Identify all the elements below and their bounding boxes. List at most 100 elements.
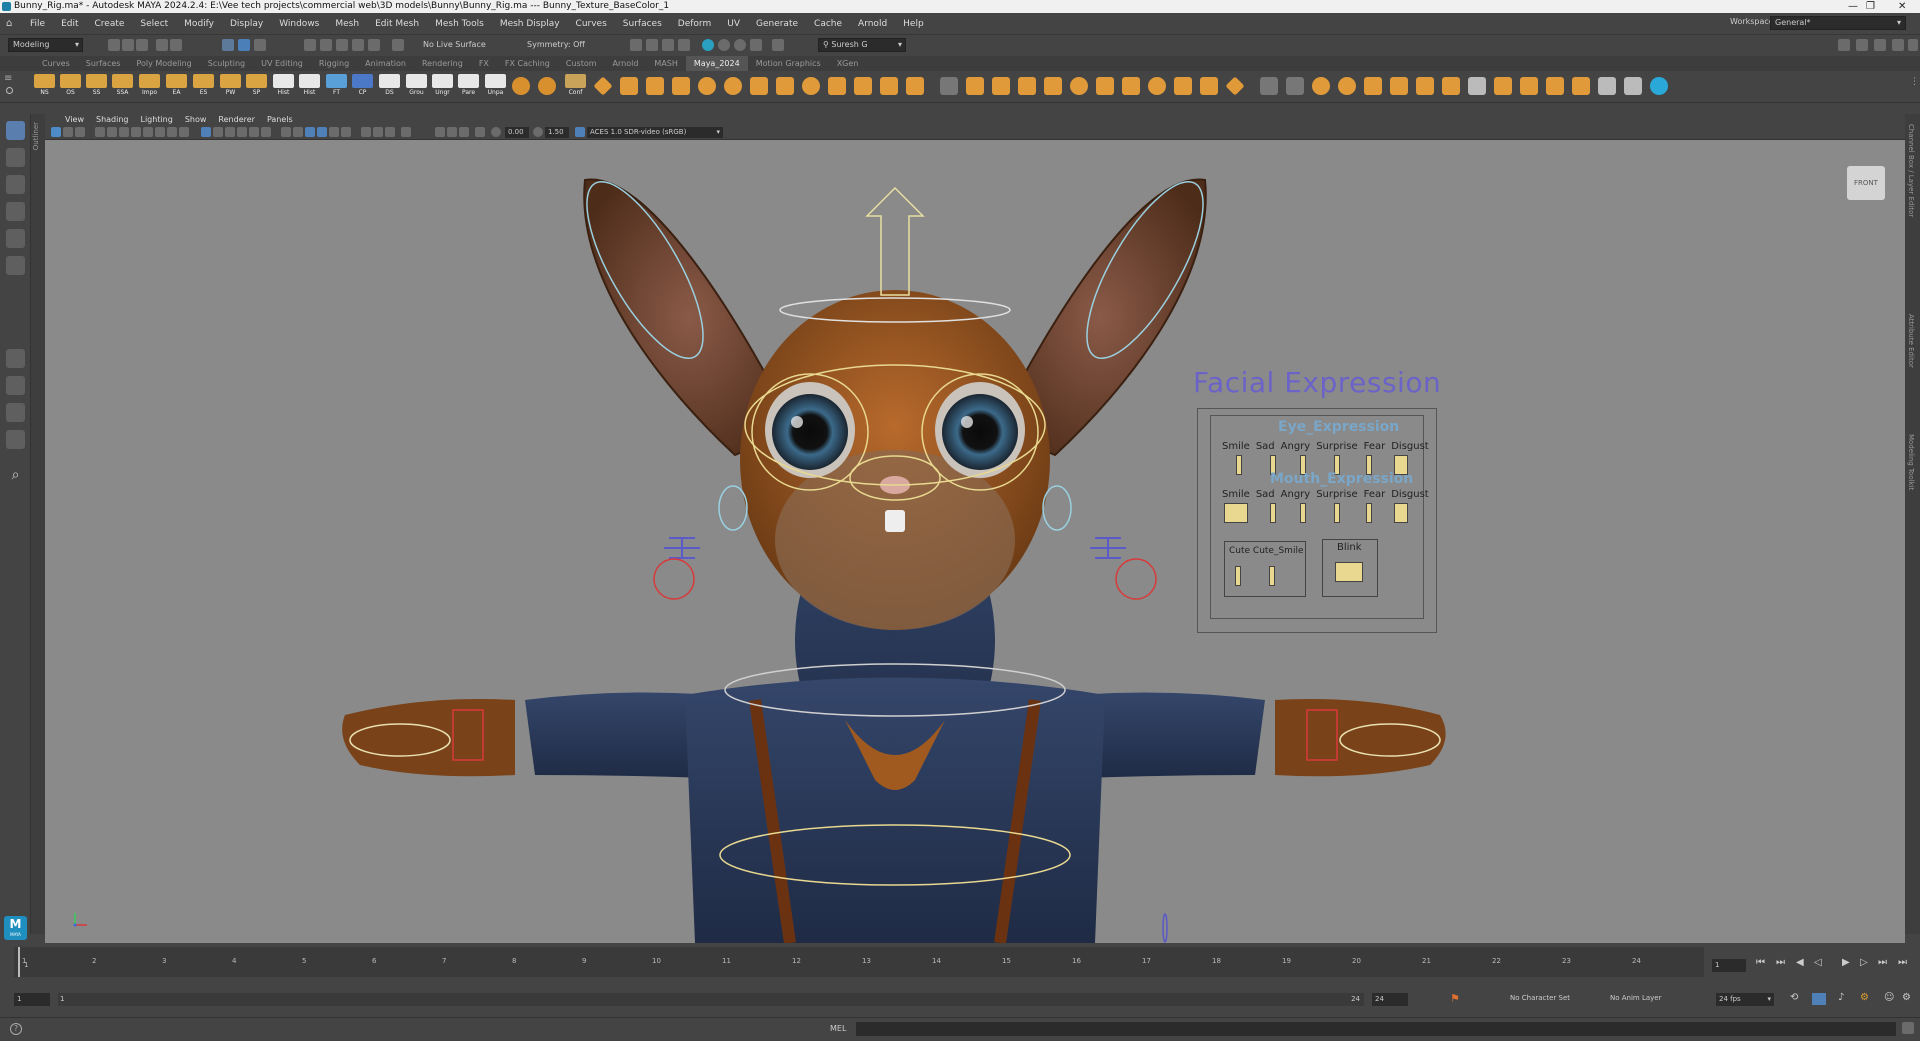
menu-mesh-display[interactable]: Mesh Display: [492, 19, 568, 29]
animation-end-field[interactable]: 24: [1372, 993, 1408, 1006]
close-icon[interactable]: ✕: [1898, 0, 1906, 13]
shelf-cluster-icon[interactable]: [1174, 77, 1192, 95]
shelf-button-unpa[interactable]: Unpa: [485, 74, 506, 100]
panel-menu-lighting[interactable]: Lighting: [134, 115, 178, 124]
shelf-uv-icon[interactable]: [1598, 77, 1616, 95]
symmetry-label[interactable]: Symmetry: Off: [527, 40, 585, 49]
shelf-button-cp[interactable]: CP: [352, 74, 373, 100]
shelf-twist-icon[interactable]: [1096, 77, 1114, 95]
xray-joints-icon[interactable]: [459, 127, 469, 137]
shelf-box-icon[interactable]: [966, 77, 984, 95]
command-input[interactable]: [856, 1022, 1896, 1036]
menu-arnold[interactable]: Arnold: [850, 19, 895, 29]
shelf-tab-sculpting[interactable]: Sculpting: [200, 56, 253, 71]
shelf-tab-motion-graphics[interactable]: Motion Graphics: [748, 56, 829, 71]
shelf-tab-arnold[interactable]: Arnold: [605, 56, 647, 71]
shelf-tab-surfaces[interactable]: Surfaces: [78, 56, 129, 71]
shelf-render-icon[interactable]: [1650, 77, 1668, 95]
snap-grid-icon[interactable]: [304, 39, 316, 51]
shelf-menu-icon[interactable]: ≡: [4, 73, 12, 84]
shelf-button-ea[interactable]: EA: [166, 74, 187, 100]
shelf-cut-icon[interactable]: [906, 77, 924, 95]
shelf-texture-icon[interactable]: [1624, 77, 1642, 95]
anim-prefs-icon[interactable]: ⚙: [1860, 992, 1869, 1003]
command-language-label[interactable]: MEL: [830, 1024, 846, 1033]
shelf-skin-icon[interactable]: [1390, 77, 1408, 95]
film-gate-icon[interactable]: [155, 127, 165, 137]
attribute-editor-icon[interactable]: [1874, 39, 1886, 51]
blink-slider[interactable]: [1335, 562, 1363, 582]
snap-surface-icon[interactable]: [368, 39, 380, 51]
render-frame-icon[interactable]: [646, 39, 658, 51]
menuset-dropdown[interactable]: Modeling ▾: [8, 38, 83, 52]
range-slider-track[interactable]: 1 24: [58, 993, 1364, 1006]
step-forward-frame-icon[interactable]: ▷: [1860, 957, 1868, 968]
xray-active-icon[interactable]: [475, 127, 485, 137]
bunny-head[interactable]: [740, 290, 1050, 630]
step-forward-key-icon[interactable]: ⏭: [1878, 957, 1887, 968]
search-icon[interactable]: ⌕: [6, 466, 25, 485]
shelf-snap-icon[interactable]: [1286, 77, 1304, 95]
menu-select[interactable]: Select: [132, 19, 176, 29]
shelf-button-grou[interactable]: Grou: [406, 74, 427, 100]
shelf-diamond-icon[interactable]: [593, 76, 613, 96]
minimize-icon[interactable]: —: [1848, 0, 1858, 13]
field-chart-icon[interactable]: [213, 127, 223, 137]
shelf-wire-cube-icon[interactable]: [940, 77, 958, 95]
shelf-cube-icon[interactable]: [854, 77, 872, 95]
fps-dropdown[interactable]: 24 fps ▾: [1716, 993, 1774, 1006]
shelf-bend-icon[interactable]: [646, 77, 664, 95]
channel-box-tab[interactable]: Channel Box / Layer Editor: [1907, 124, 1915, 217]
undo-icon[interactable]: [156, 39, 168, 51]
shelf-tab-rigging[interactable]: Rigging: [311, 56, 357, 71]
anim-layer-dropdown[interactable]: No Anim Layer: [1610, 994, 1661, 1002]
shelf-joint-icon[interactable]: [1225, 76, 1245, 96]
go-to-end-icon[interactable]: ⏭: [1898, 957, 1907, 968]
restore-icon[interactable]: ❐: [1866, 0, 1875, 13]
move-tool-icon[interactable]: [6, 202, 25, 221]
outliner-strip[interactable]: Outliner: [31, 114, 45, 934]
shelf-scroll-icon[interactable]: ⋮: [1910, 77, 1919, 87]
shelf-tab-custom[interactable]: Custom: [558, 56, 605, 71]
workspace-dropdown[interactable]: General* ▾: [1770, 16, 1906, 30]
mouth-disgust-slider[interactable]: [1394, 503, 1408, 523]
shelf-button-ds[interactable]: DS: [379, 74, 400, 100]
grease-pencil-icon[interactable]: [119, 127, 129, 137]
save-scene-icon[interactable]: [136, 39, 148, 51]
menu-uv[interactable]: UV: [719, 19, 748, 29]
shelf-gem-icon[interactable]: [1200, 77, 1218, 95]
step-back-key-icon[interactable]: ⏭: [1776, 957, 1785, 968]
shadows-icon[interactable]: [341, 127, 351, 137]
maya-logo[interactable]: M MAYA: [4, 916, 27, 940]
shelf-parent-constraint-icon[interactable]: [1520, 77, 1538, 95]
2d-pan-zoom-icon[interactable]: [107, 127, 117, 137]
loop-icon[interactable]: ⟲: [1790, 992, 1798, 1003]
depth-of-field-icon[interactable]: [401, 127, 411, 137]
grid-toggle-icon[interactable]: [201, 127, 211, 137]
view-transform-dropdown[interactable]: ACES 1.0 SDR-video (sRGB) ▾: [587, 127, 723, 138]
shelf-soft-select-icon[interactable]: [698, 77, 716, 95]
ambient-occlusion-icon[interactable]: [361, 127, 371, 137]
menu-mesh-tools[interactable]: Mesh Tools: [427, 19, 492, 29]
panel-menu-view[interactable]: View: [59, 115, 90, 124]
tool-settings-icon[interactable]: [1892, 39, 1904, 51]
menu-mesh[interactable]: Mesh: [327, 19, 367, 29]
shelf-grid-icon[interactable]: [620, 77, 638, 95]
use-all-lights-icon[interactable]: [329, 127, 339, 137]
channel-box-icon[interactable]: [1908, 39, 1918, 51]
smooth-shade-icon[interactable]: [293, 127, 303, 137]
shelf-tab-rendering[interactable]: Rendering: [414, 56, 471, 71]
shelf-button-pw[interactable]: PW: [220, 74, 241, 100]
shelf-button-ssa[interactable]: SSA: [112, 74, 133, 100]
shelf-merge-icon[interactable]: [880, 77, 898, 95]
step-back-frame-icon[interactable]: ◀: [1796, 957, 1804, 968]
bookmarks-icon[interactable]: [75, 127, 85, 137]
render-view-icon[interactable]: [678, 39, 690, 51]
sound-icon[interactable]: ♪: [1838, 992, 1844, 1003]
hypershade-icon[interactable]: [734, 39, 746, 51]
shelf-sphere-icon[interactable]: [512, 77, 530, 95]
shelf-tab-curves[interactable]: Curves: [34, 56, 78, 71]
shelf-bridge-icon[interactable]: [802, 77, 820, 95]
shelf-button-hist[interactable]: Hist: [273, 74, 294, 100]
isolate-icon[interactable]: [435, 127, 445, 137]
